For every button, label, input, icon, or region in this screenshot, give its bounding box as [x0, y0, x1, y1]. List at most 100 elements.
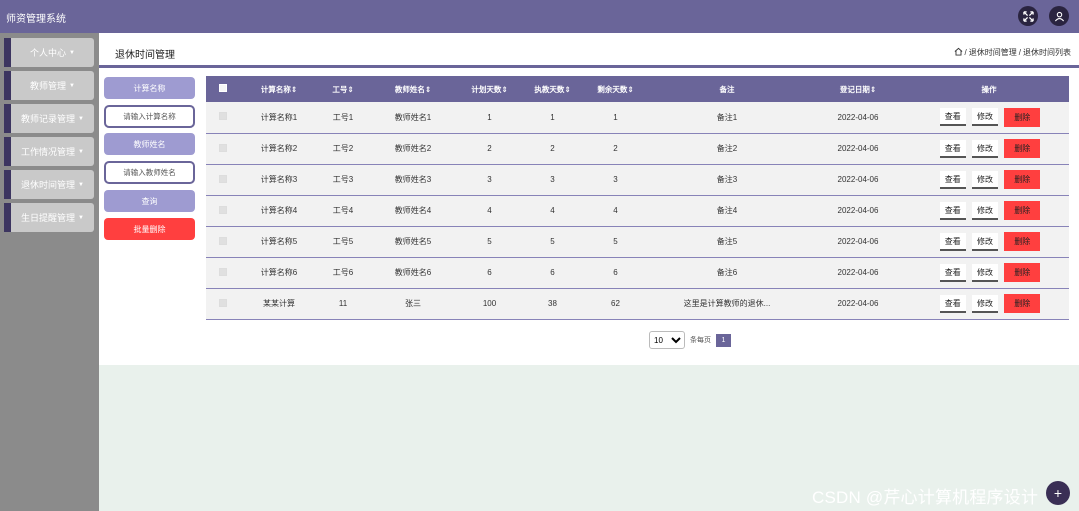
- view-button[interactable]: 查看: [939, 294, 966, 313]
- column-header[interactable]: 工号⇕: [318, 76, 368, 102]
- column-header[interactable]: 教师姓名⇕: [368, 76, 458, 102]
- view-button[interactable]: 查看: [939, 201, 966, 220]
- table-cell: 教师姓名5: [394, 237, 432, 246]
- sidebar-item-personal-center[interactable]: 个人中心 ▼: [4, 38, 94, 67]
- breadcrumb: / 退休时间管理 / 退休时间列表: [954, 47, 1071, 58]
- sidebar-item-label: 个人中心: [30, 48, 67, 58]
- delete-button[interactable]: 删除: [1004, 139, 1041, 158]
- edit-button[interactable]: 修改: [972, 232, 998, 251]
- sidebar-item-label: 教师记录管理: [21, 114, 76, 124]
- table-cell: 4: [550, 206, 555, 215]
- view-button[interactable]: 查看: [939, 108, 966, 127]
- title-bar: 退休时间管理 / 退休时间管理 / 退休时间列表: [99, 33, 1079, 68]
- table-cell: 38: [548, 299, 557, 308]
- table-cell: 3: [487, 175, 492, 184]
- delete-button[interactable]: 删除: [1004, 263, 1041, 282]
- row-checkbox[interactable]: [219, 143, 227, 152]
- table-cell: 6: [550, 268, 555, 277]
- column-header[interactable]: 剩余天数⇕: [584, 76, 647, 102]
- fullscreen-toggle-icon[interactable]: [1018, 6, 1038, 26]
- sidebar-item-label: 生日提醒管理: [21, 213, 76, 223]
- row-checkbox[interactable]: [219, 205, 227, 214]
- row-checkbox[interactable]: [219, 112, 227, 121]
- edit-button[interactable]: 修改: [972, 139, 998, 158]
- caret-down-icon: ▼: [78, 181, 84, 188]
- caret-down-icon: ▼: [69, 82, 75, 89]
- column-header[interactable]: 登记日期⇕: [807, 76, 909, 102]
- row-checkbox[interactable]: [219, 236, 227, 245]
- breadcrumb-level1[interactable]: 退休时间管理: [969, 47, 1017, 58]
- data-table: 计算名称⇕ 工号⇕ 教师姓名⇕ 计划天数⇕ 执教天数⇕ 剩余天数⇕ 备注 登记日…: [206, 76, 1069, 320]
- row-checkbox[interactable]: [219, 298, 227, 307]
- table-cell: 备注1: [716, 112, 738, 122]
- column-header[interactable]: 计划天数⇕: [458, 76, 521, 102]
- column-header[interactable]: 计算名称⇕: [240, 76, 318, 102]
- sidebar-item-work-status[interactable]: 工作情况管理 ▼: [4, 137, 94, 166]
- caret-down-icon: ▼: [69, 49, 75, 56]
- table-cell: 2022-04-06: [837, 206, 879, 215]
- view-button[interactable]: 查看: [939, 139, 966, 158]
- sidebar-item-teacher-management[interactable]: 教师管理 ▼: [4, 71, 94, 100]
- table-cell: 工号2: [332, 144, 354, 153]
- table-row: 计算名称6 工号6 教师姓名6 6 6 6 备注6 2022-04-06 查看 修改 删除: [206, 257, 1069, 288]
- row-checkbox[interactable]: [219, 174, 227, 183]
- table-cell: 某某计算: [263, 299, 295, 308]
- table-header-row: 计算名称⇕ 工号⇕ 教师姓名⇕ 计划天数⇕ 执教天数⇕ 剩余天数⇕ 备注 登记日…: [206, 76, 1069, 102]
- edit-button[interactable]: 修改: [972, 108, 998, 127]
- view-button[interactable]: 查看: [939, 170, 966, 189]
- table-cell: 教师姓名3: [394, 175, 432, 184]
- query-button[interactable]: 查询: [104, 190, 195, 212]
- column-header[interactable]: 执教天数⇕: [521, 76, 584, 102]
- caret-down-icon: ▼: [78, 148, 84, 155]
- table-cell: 6: [613, 268, 618, 277]
- caret-down-icon: ▼: [78, 214, 84, 221]
- edit-button[interactable]: 修改: [972, 263, 998, 282]
- edit-button[interactable]: 修改: [972, 170, 998, 189]
- home-icon[interactable]: [954, 47, 963, 58]
- delete-button[interactable]: 删除: [1004, 201, 1041, 220]
- delete-button[interactable]: 删除: [1004, 232, 1041, 251]
- sidebar-item-retirement-time[interactable]: 退休时间管理 ▼: [4, 170, 94, 199]
- table-cell: 2022-04-06: [837, 268, 879, 277]
- plus-icon[interactable]: +: [1046, 481, 1070, 505]
- table-cell: 2022-04-06: [837, 144, 879, 153]
- edit-button[interactable]: 修改: [972, 201, 998, 220]
- calc-name-input[interactable]: [104, 105, 195, 128]
- breadcrumb-separator: /: [964, 48, 967, 57]
- delete-button[interactable]: 删除: [1004, 170, 1041, 189]
- table-cell: 教师姓名2: [394, 144, 432, 153]
- column-header: 操作: [981, 84, 997, 94]
- teacher-name-input[interactable]: [104, 161, 195, 184]
- table-cell: 1: [487, 112, 492, 122]
- pagination: 10 条每页 1: [649, 331, 731, 349]
- page-number-button[interactable]: 1: [716, 333, 731, 347]
- table-cell: 这里是计算教师的退休...: [683, 299, 771, 308]
- edit-button[interactable]: 修改: [972, 294, 998, 313]
- table-cell: 1: [550, 112, 555, 122]
- user-icon[interactable]: [1049, 6, 1069, 26]
- table-cell: 2022-04-06: [837, 112, 879, 122]
- table-cell: 100: [482, 299, 497, 308]
- table-cell: 工号4: [332, 206, 354, 215]
- page-size-select[interactable]: 10: [649, 331, 685, 349]
- delete-button[interactable]: 删除: [1004, 107, 1041, 127]
- batch-delete-button[interactable]: 批量删除: [104, 218, 195, 240]
- table-cell: 2022-04-06: [837, 237, 879, 246]
- sidebar-item-birthday-reminder[interactable]: 生日提醒管理 ▼: [4, 203, 94, 232]
- delete-button[interactable]: 删除: [1004, 294, 1041, 313]
- table-cell: 工号5: [332, 237, 354, 246]
- sidebar-item-label: 教师管理: [30, 81, 67, 91]
- table-cell: 张三: [405, 299, 421, 308]
- main-content: 退休时间管理 / 退休时间管理 / 退休时间列表 计算名称 教师姓名 查询 批量…: [99, 33, 1079, 365]
- view-button[interactable]: 查看: [939, 263, 966, 282]
- table-cell: 备注6: [716, 268, 738, 277]
- select-all-checkbox[interactable]: [219, 84, 227, 92]
- sidebar-item-teacher-records[interactable]: 教师记录管理 ▼: [4, 104, 94, 133]
- column-header: 备注: [719, 84, 735, 94]
- view-button[interactable]: 查看: [939, 232, 966, 251]
- per-page-label: 条每页: [690, 337, 711, 344]
- caret-down-icon: ▼: [78, 115, 84, 122]
- table-cell: 4: [487, 206, 492, 215]
- table-cell: 教师姓名1: [394, 112, 432, 122]
- row-checkbox[interactable]: [219, 267, 227, 276]
